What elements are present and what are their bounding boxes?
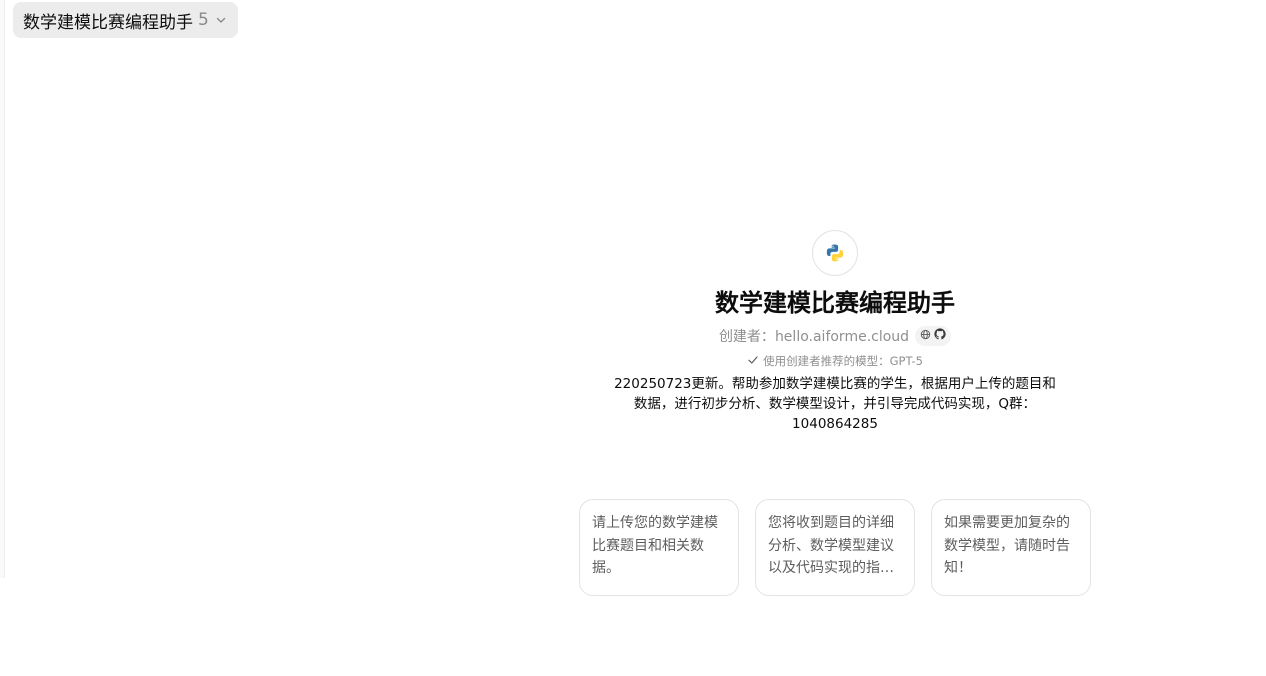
model-selector-version: 5	[198, 10, 209, 30]
model-selector-button[interactable]: 数学建模比赛编程助手 5	[13, 2, 238, 38]
chevron-down-icon	[214, 13, 228, 27]
starter-text: 如果需要更加复杂的数学模型，请随时告知！	[944, 515, 1070, 576]
gpt-page: 数学建模比赛编程助手 5 数学建模比赛编程助手 创建者：hello.aiform…	[0, 0, 1266, 676]
model-note-text: 使用创建者推荐的模型：GPT-5	[763, 354, 923, 368]
creator-name: hello.aiforme.cloud	[774, 329, 910, 345]
sidebar-edge	[0, 0, 5, 578]
check-icon	[747, 354, 759, 369]
starter-card[interactable]: 您将收到题目的详细分析、数学模型建议以及代码实现的指导。	[755, 499, 915, 596]
starter-card[interactable]: 如果需要更加复杂的数学模型，请随时告知！	[931, 499, 1091, 596]
starter-card[interactable]: 请上传您的数学建模比赛题目和相关数据。	[579, 499, 739, 596]
creator-text: 创建者：hello.aiforme.cloud	[719, 326, 909, 346]
model-selector-name: 数学建模比赛编程助手	[23, 12, 193, 33]
gpt-intro: 数学建模比赛编程助手 创建者：hello.aiforme.cloud 使用创建者…	[575, 230, 1095, 434]
github-icon[interactable]	[934, 328, 946, 344]
starter-text: 请上传您的数学建模比赛题目和相关数据。	[592, 515, 718, 576]
creator-line: 创建者：hello.aiforme.cloud	[719, 324, 952, 348]
gpt-description: 220250723更新。帮助参加数学建模比赛的学生，根据用户上传的题目和数据，进…	[614, 376, 1056, 432]
recommended-model-note: 使用创建者推荐的模型：GPT-5	[747, 352, 923, 370]
creator-links	[915, 326, 952, 346]
python-logo-icon	[812, 230, 858, 276]
creator-label: 创建者：	[718, 329, 775, 345]
conversation-starters: 请上传您的数学建模比赛题目和相关数据。 您将收到题目的详细分析、数学模型建议以及…	[579, 499, 1091, 596]
globe-icon[interactable]	[920, 328, 931, 344]
gpt-title: 数学建模比赛编程助手	[715, 289, 955, 317]
starter-text: 您将收到题目的详细分析、数学模型建议以及代码实现的指导。	[768, 515, 894, 576]
